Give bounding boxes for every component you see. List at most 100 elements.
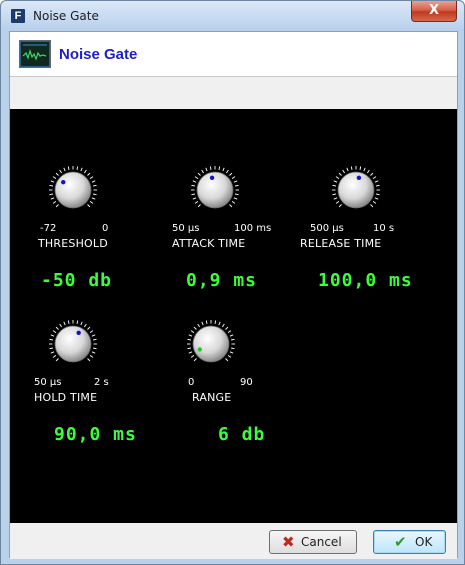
knob-tick	[55, 172, 59, 176]
knob-tick	[76, 320, 79, 324]
knob-tick	[49, 347, 53, 350]
knob-tick	[333, 197, 338, 200]
knob-tick	[376, 184, 380, 187]
knob-tick	[235, 184, 239, 187]
knob-tick	[332, 184, 336, 187]
knob-body	[54, 325, 92, 363]
knob-tick	[374, 180, 379, 183]
hold-time-min-label: 50 µs	[34, 377, 62, 388]
knob-tick	[363, 167, 366, 172]
waveform-icon	[19, 40, 51, 68]
knob-tick	[233, 180, 238, 183]
release-time-label: RELEASE TIME	[300, 237, 382, 250]
attack-time-readout: 0,9 ms	[186, 270, 258, 291]
threshold-knob[interactable]	[48, 165, 98, 215]
knob-tick	[218, 166, 221, 170]
knob-tick	[222, 167, 225, 172]
knob-tick	[374, 197, 379, 200]
app-icon: F	[11, 9, 25, 23]
knob-indicator-dot	[197, 347, 202, 352]
knob-tick	[372, 176, 377, 179]
ok-button[interactable]: ✔ OK	[373, 530, 446, 554]
knob-tick	[187, 347, 191, 350]
knob-tick	[335, 176, 340, 179]
knob-tick	[55, 358, 59, 362]
knob-body	[196, 171, 234, 209]
knob-tick	[187, 338, 191, 341]
knob-tick	[89, 330, 94, 333]
close-button[interactable]: X	[411, 1, 457, 22]
knob-tick	[84, 169, 87, 174]
range-readout: 6 db	[218, 424, 266, 445]
knob-tick	[50, 334, 55, 337]
knob-tick	[229, 351, 234, 354]
knob-tick	[89, 176, 94, 179]
knob-tick	[49, 184, 53, 187]
release-time-max-label: 10 s	[373, 223, 395, 234]
knob-tick	[225, 358, 229, 362]
hold-time-knob[interactable]	[48, 319, 98, 369]
knob-tick	[188, 334, 193, 337]
knob-tick	[367, 169, 370, 174]
knob-tick	[197, 204, 201, 208]
knob-tick	[372, 201, 377, 204]
knob-tick	[93, 347, 97, 350]
knob-tick	[188, 351, 193, 354]
knob-tick	[205, 167, 208, 172]
attack-time-knob[interactable]	[190, 165, 240, 215]
threshold-readout: -50 db	[41, 270, 113, 291]
knob-tick	[49, 338, 53, 341]
knob-tick	[346, 167, 349, 172]
knob-indicator-dot	[209, 175, 215, 181]
dialog-body: Noise Gate -72 0 THRESHOLD -50 db 50 µs …	[9, 31, 458, 559]
knob-tick	[229, 172, 233, 176]
knob-tick	[214, 320, 217, 324]
knob-tick	[55, 326, 59, 330]
knob-tick	[205, 320, 208, 324]
knob-indicator-dot	[61, 179, 66, 185]
dialog-window: F Noise Gate X Noise Gate -72 0 THRESHOL…	[0, 0, 465, 565]
knob-tick	[91, 197, 96, 200]
knob-tick	[91, 180, 96, 183]
knob-tick	[332, 193, 336, 196]
knob-tick	[93, 338, 97, 341]
hold-time-label: HOLD TIME	[34, 391, 98, 404]
attack-time-max-label: 100 ms	[234, 223, 272, 234]
knob-body	[54, 171, 92, 209]
knob-tick	[91, 334, 96, 337]
title-bar[interactable]: F Noise Gate X	[1, 1, 464, 31]
attack-time-label: ATTACK TIME	[172, 237, 246, 250]
knob-tick	[63, 321, 66, 326]
knob-tick	[192, 180, 197, 183]
hold-time-readout: 90,0 ms	[54, 424, 137, 445]
knob-tick	[225, 326, 229, 330]
knob-tick	[209, 166, 212, 170]
threshold-max-label: 0	[102, 223, 109, 234]
knob-tick	[229, 334, 234, 337]
knob-tick	[192, 197, 197, 200]
cancel-button[interactable]: ✖ Cancel	[269, 530, 357, 554]
knob-body	[337, 171, 375, 209]
knob-tick	[87, 358, 91, 362]
knob-tick	[194, 176, 199, 179]
ok-button-label: OK	[415, 535, 433, 549]
attack-time-min-label: 50 µs	[172, 223, 200, 234]
knob-tick	[227, 355, 232, 358]
knob-tick	[359, 166, 362, 170]
release-time-knob[interactable]	[331, 165, 381, 215]
knob-tick	[335, 201, 340, 204]
knob-tick	[370, 204, 374, 208]
knob-tick	[52, 176, 57, 179]
knob-tick	[59, 169, 62, 174]
knob-tick	[194, 201, 199, 204]
knob-tick	[197, 172, 201, 176]
knob-tick	[76, 166, 79, 170]
knob-tick	[52, 355, 57, 358]
range-knob[interactable]	[186, 319, 236, 369]
knob-tick	[226, 169, 229, 174]
knob-tick	[197, 323, 200, 328]
knob-tick	[350, 166, 353, 170]
release-time-readout: 100,0 ms	[318, 270, 413, 291]
knob-tick	[376, 193, 380, 196]
window-title: Noise Gate	[33, 9, 99, 23]
